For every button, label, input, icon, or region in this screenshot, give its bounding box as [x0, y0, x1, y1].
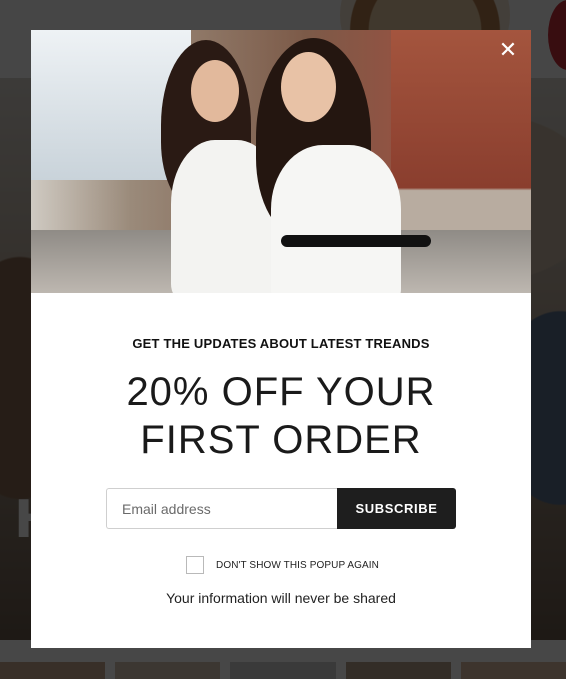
headline-line-2: FIRST ORDER [140, 418, 422, 462]
subscribe-button[interactable]: SUBSCRIBE [337, 488, 456, 529]
subscribe-form: SUBSCRIBE [106, 488, 456, 529]
headline-line-1: 20% OFF YOUR [126, 370, 436, 414]
image-bicycle-handlebar [281, 235, 431, 247]
email-input[interactable] [106, 488, 337, 529]
popup-subtitle: GET THE UPDATES ABOUT LATEST TREANDS [132, 336, 430, 351]
dont-show-again-checkbox[interactable] [186, 556, 204, 574]
image-person-left-face [191, 60, 239, 122]
dont-show-again-row: DON'T SHOW THIS POPUP AGAIN [186, 555, 379, 575]
image-person-right-face [281, 52, 336, 122]
dont-show-again-label[interactable]: DON'T SHOW THIS POPUP AGAIN [216, 560, 379, 571]
popup-hero-image [31, 30, 531, 293]
image-person-right-body [271, 145, 401, 293]
popup-content: GET THE UPDATES ABOUT LATEST TREANDS 20%… [31, 293, 531, 648]
newsletter-popup: ✕ GET THE UPDATES ABOUT LATEST TREANDS 2… [31, 30, 531, 648]
popup-headline: 20% OFF YOUR FIRST ORDER [31, 368, 531, 464]
privacy-note: Your information will never be shared [166, 590, 396, 606]
close-icon[interactable]: ✕ [497, 40, 519, 62]
